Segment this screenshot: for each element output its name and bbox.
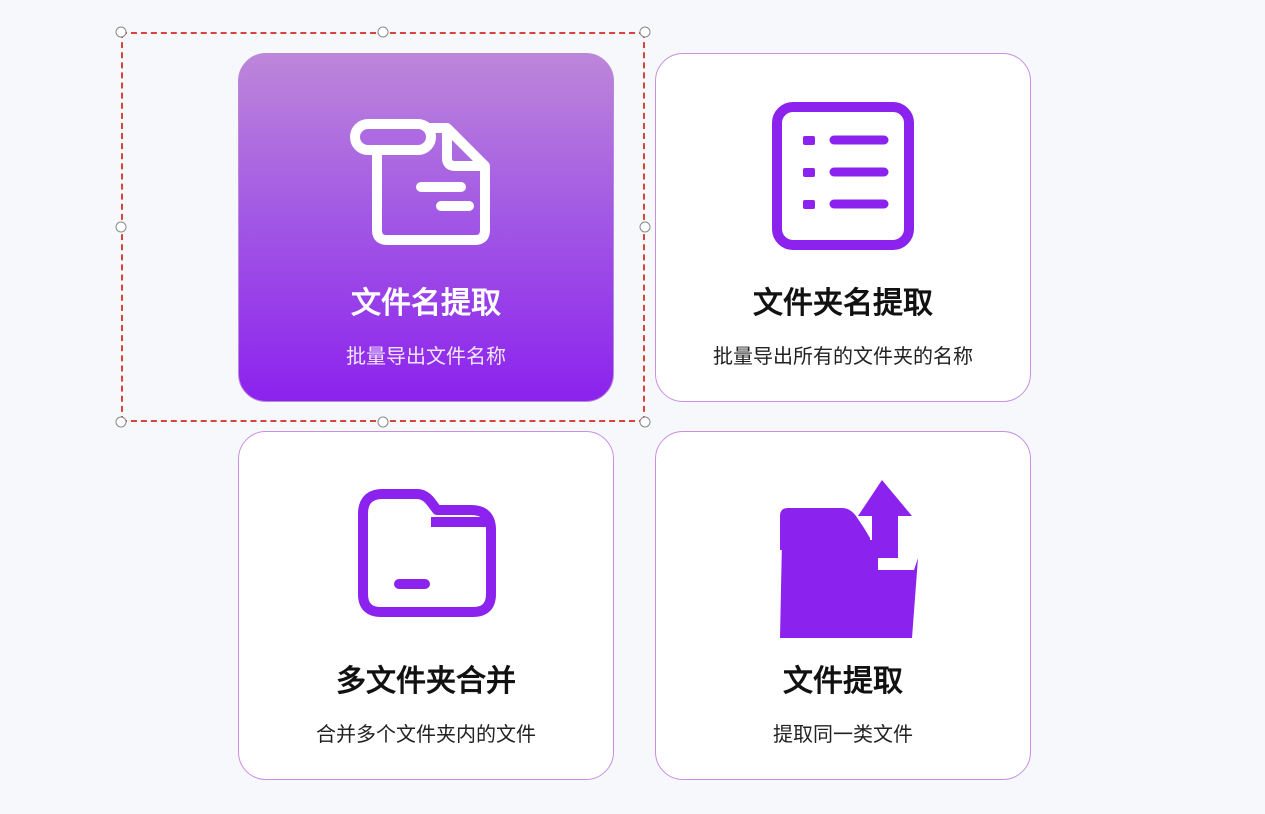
resize-handle-bottom-right[interactable] [639, 416, 651, 428]
resize-handle-top[interactable] [377, 26, 389, 38]
card-title: 文件名提取 [351, 286, 501, 321]
resize-handle-top-left[interactable] [115, 26, 127, 38]
resize-handle-left[interactable] [115, 221, 127, 233]
card-title: 文件提取 [783, 664, 903, 699]
resize-handle-right[interactable] [639, 221, 651, 233]
card-description: 提取同一类文件 [773, 722, 913, 746]
card-title: 文件夹名提取 [753, 286, 933, 321]
card-title: 多文件夹合并 [336, 664, 516, 699]
card-file-name-extract[interactable]: 文件名提取 批量导出文件名称 [238, 53, 614, 402]
file-icon [341, 92, 511, 262]
canvas: 文件名提取 批量导出文件名称 文件夹名提取 批量导出所有的文件夹的名称 多文件夹… [0, 0, 1265, 814]
card-file-extract[interactable]: 文件提取 提取同一类文件 [655, 431, 1031, 780]
list-icon [758, 92, 928, 262]
card-description: 批量导出文件名称 [346, 344, 506, 368]
folder-upload-icon [758, 470, 928, 640]
folder-icon [341, 470, 511, 640]
card-folder-name-extract[interactable]: 文件夹名提取 批量导出所有的文件夹的名称 [655, 53, 1031, 402]
resize-handle-bottom-left[interactable] [115, 416, 127, 428]
resize-handle-bottom[interactable] [377, 416, 389, 428]
card-multi-folder-merge[interactable]: 多文件夹合并 合并多个文件夹内的文件 [238, 431, 614, 780]
card-description: 批量导出所有的文件夹的名称 [713, 344, 973, 368]
resize-handle-top-right[interactable] [639, 26, 651, 38]
card-description: 合并多个文件夹内的文件 [316, 722, 536, 746]
